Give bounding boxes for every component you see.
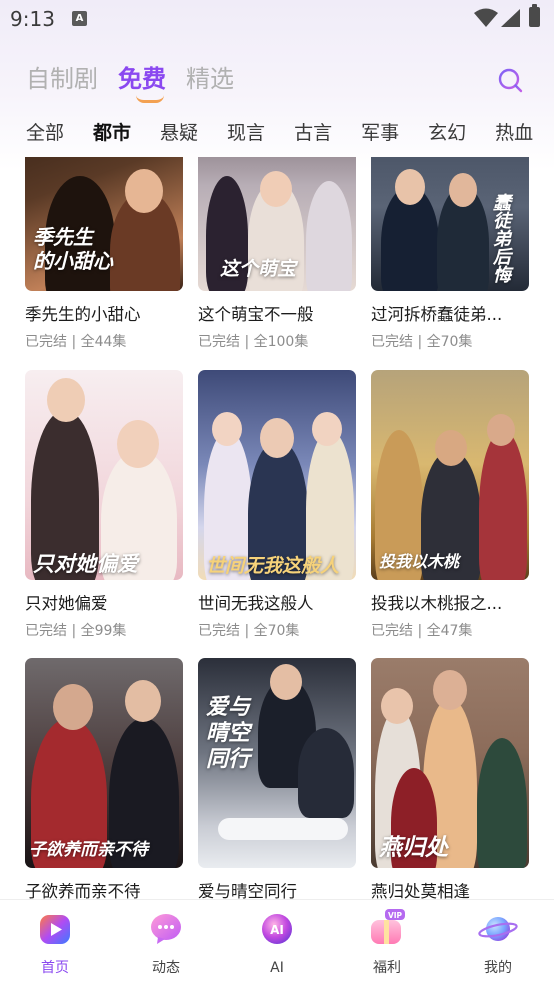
poster-title: 这个萌宝 — [220, 258, 297, 280]
category-military[interactable]: 军事 — [361, 114, 399, 152]
category-fantasy[interactable]: 玄幻 — [428, 114, 466, 152]
planet-icon — [478, 912, 518, 946]
drama-card[interactable]: 投我以木桃 投我以木桃报之... 已完结 | 全47集 — [371, 370, 529, 640]
category-action[interactable]: 热血 — [495, 114, 533, 152]
poster-title: 世间无我这般人 — [206, 555, 340, 577]
nav-feed[interactable]: 动态 — [126, 912, 206, 976]
poster-title: 爱与 晴空 同行 — [206, 694, 251, 772]
status-bar: 9:13 A — [0, 0, 554, 38]
drama-poster[interactable]: 投我以木桃 — [371, 370, 529, 580]
svg-text:AI: AI — [270, 923, 284, 937]
drama-episode-info: 已完结 | 全70集 — [198, 623, 300, 639]
poster-title: 季先生 的小甜心 — [33, 225, 113, 273]
status-time: 9:13 — [10, 7, 55, 31]
cellular-icon — [501, 9, 520, 27]
drama-title: 投我以木桃报之... — [371, 594, 503, 613]
svg-text:VIP: VIP — [388, 911, 403, 920]
drama-title: 子欲养而亲不待 — [25, 882, 141, 900]
category-ancient-romance[interactable]: 古言 — [294, 114, 332, 152]
poster-title: 投我以木桃 — [379, 552, 460, 571]
drama-poster[interactable]: 季先生 的小甜心 — [25, 157, 183, 291]
nav-mine[interactable]: 我的 — [458, 912, 538, 976]
active-tab-indicator — [136, 95, 164, 103]
nav-home[interactable]: 首页 — [15, 912, 95, 976]
drama-episode-info: 已完结 | 全100集 — [198, 334, 309, 350]
category-modern-romance[interactable]: 现言 — [227, 114, 265, 152]
nav-label: AI — [270, 960, 284, 976]
home-play-icon — [38, 912, 72, 946]
ai-orb-icon: AI — [260, 912, 294, 946]
tab-featured[interactable]: 精选 — [186, 62, 234, 102]
drama-episode-info: 已完结 | 全47集 — [371, 623, 473, 639]
poster-title: 燕归处 — [379, 834, 448, 861]
category-all[interactable]: 全部 — [26, 114, 64, 152]
drama-poster[interactable]: 这个萌宝 — [198, 157, 356, 291]
vip-gift-icon: VIP — [370, 909, 405, 946]
drama-card[interactable]: 世间无我这般人 世间无我这般人 已完结 | 全70集 — [198, 370, 356, 640]
drama-title: 季先生的小甜心 — [25, 305, 141, 324]
drama-card[interactable]: 只对她偏爱 只对她偏爱 已完结 | 全99集 — [25, 370, 183, 640]
drama-poster[interactable]: 爱与 晴空 同行 — [198, 658, 356, 868]
nav-label: 首页 — [41, 960, 69, 976]
drama-grid: 季先生 的小甜心 季先生的小甜心 已完结 | 全44集 这个萌宝 这个萌宝不一般… — [0, 157, 554, 900]
nav-label: 福利 — [373, 960, 401, 976]
drama-title: 过河拆桥蠢徒弟... — [371, 305, 503, 324]
drama-title: 世间无我这般人 — [198, 594, 314, 613]
drama-episode-info: 已完结 | 全44集 — [25, 334, 127, 350]
drama-title: 爱与晴空同行 — [198, 882, 297, 900]
drama-card[interactable]: 燕归处 燕归处莫相逢 — [371, 658, 529, 900]
chat-bubble-icon — [149, 912, 183, 946]
drama-poster[interactable]: 子欲养而亲不待 — [25, 658, 183, 868]
drama-card[interactable]: 这个萌宝 这个萌宝不一般 已完结 | 全100集 — [198, 157, 356, 351]
drama-card[interactable]: 爱与 晴空 同行 爱与晴空同行 — [198, 658, 356, 900]
drama-title: 这个萌宝不一般 — [198, 305, 314, 324]
tab-free[interactable]: 免费 — [118, 62, 166, 103]
search-icon[interactable] — [497, 67, 523, 93]
drama-card[interactable]: 季先生 的小甜心 季先生的小甜心 已完结 | 全44集 — [25, 157, 183, 351]
poster-title: 子欲养而亲不待 — [29, 840, 148, 860]
bottom-nav: 首页 动态 AI AI VIP 福利 我的 — [0, 899, 554, 985]
drama-card[interactable]: 子欲养而亲不待 子欲养而亲不待 — [25, 658, 183, 900]
drama-poster[interactable]: 燕归处 — [371, 658, 529, 868]
nav-ai[interactable]: AI AI — [237, 912, 317, 976]
notification-icon: A — [72, 11, 87, 26]
drama-poster[interactable]: 只对她偏爱 — [25, 370, 183, 580]
tab-self-made[interactable]: 自制剧 — [26, 62, 98, 102]
drama-episode-info: 已完结 | 全70集 — [371, 334, 473, 350]
drama-poster[interactable]: 世间无我这般人 — [198, 370, 356, 580]
nav-rewards[interactable]: VIP 福利 — [347, 909, 427, 976]
drama-card[interactable]: 蠢徒弟后悔 过河拆桥蠢徒弟... 已完结 | 全70集 — [371, 157, 529, 351]
drama-poster[interactable]: 蠢徒弟后悔 — [371, 157, 529, 291]
category-tabs: 全部 都市 悬疑 现言 古言 军事 玄幻 热血 — [0, 114, 554, 154]
nav-label: 我的 — [484, 960, 512, 976]
drama-title: 燕归处莫相逢 — [371, 882, 470, 900]
wifi-icon — [474, 8, 498, 27]
battery-icon — [529, 4, 540, 27]
poster-title: 蠢徒弟后悔 — [490, 193, 511, 283]
poster-title: 只对她偏爱 — [33, 551, 138, 576]
main-tabs: 自制剧 免费 精选 — [26, 62, 254, 103]
drama-title: 只对她偏爱 — [25, 594, 108, 613]
drama-episode-info: 已完结 | 全99集 — [25, 623, 127, 639]
nav-label: 动态 — [152, 960, 180, 976]
category-suspense[interactable]: 悬疑 — [160, 114, 198, 152]
category-urban[interactable]: 都市 — [93, 114, 131, 152]
